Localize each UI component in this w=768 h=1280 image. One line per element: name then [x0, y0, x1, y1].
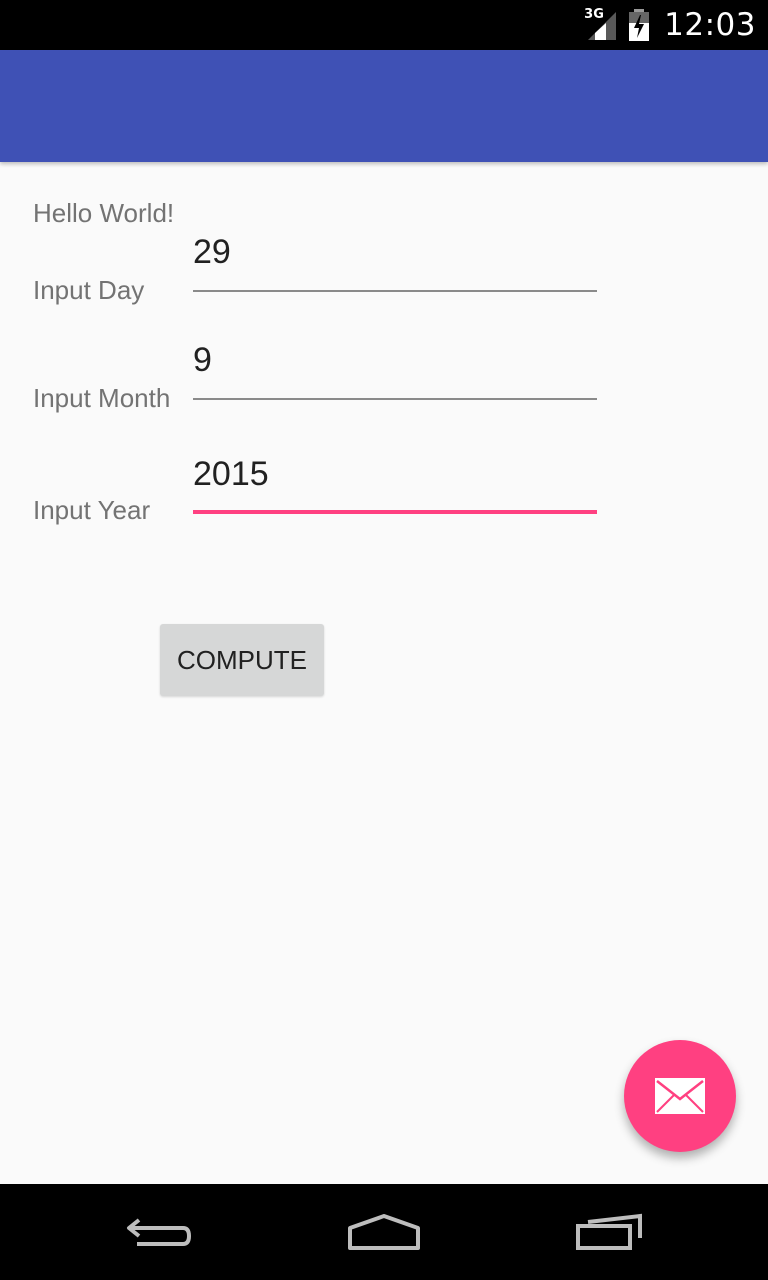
input-day-value: 29 — [193, 233, 231, 271]
input-day-field[interactable]: 29 — [193, 232, 597, 292]
mail-icon — [655, 1078, 705, 1114]
back-icon — [127, 1218, 192, 1246]
input-month-underline — [193, 398, 597, 400]
battery-charging-icon — [628, 9, 650, 41]
compute-button[interactable]: COMPUTE — [160, 624, 324, 696]
fab-button[interactable] — [624, 1040, 736, 1152]
clock: 12:03 — [664, 7, 756, 43]
input-month-field[interactable]: 9 — [193, 340, 597, 400]
home-icon — [348, 1214, 420, 1250]
signal-icon: 3G — [584, 8, 618, 42]
nav-bar — [0, 1184, 768, 1280]
status-icons: 3G 12:03 — [584, 0, 756, 50]
app-bar — [0, 50, 768, 162]
back-button[interactable] — [112, 1202, 208, 1262]
recent-apps-icon — [576, 1213, 642, 1250]
input-day-underline — [193, 290, 597, 292]
input-year-label: Input Year — [33, 495, 151, 525]
input-year-value: 2015 — [193, 455, 269, 493]
home-button[interactable] — [336, 1202, 432, 1262]
hello-text: Hello World! — [33, 198, 175, 228]
input-year-underline — [193, 510, 597, 514]
status-bar: 3G 12:03 — [0, 0, 768, 50]
input-month-value: 9 — [193, 341, 212, 379]
input-month-label: Input Month — [33, 383, 171, 413]
input-day-label: Input Day — [33, 275, 145, 305]
recent-apps-button[interactable] — [562, 1202, 658, 1262]
input-year-field[interactable]: 2015 — [193, 454, 597, 514]
